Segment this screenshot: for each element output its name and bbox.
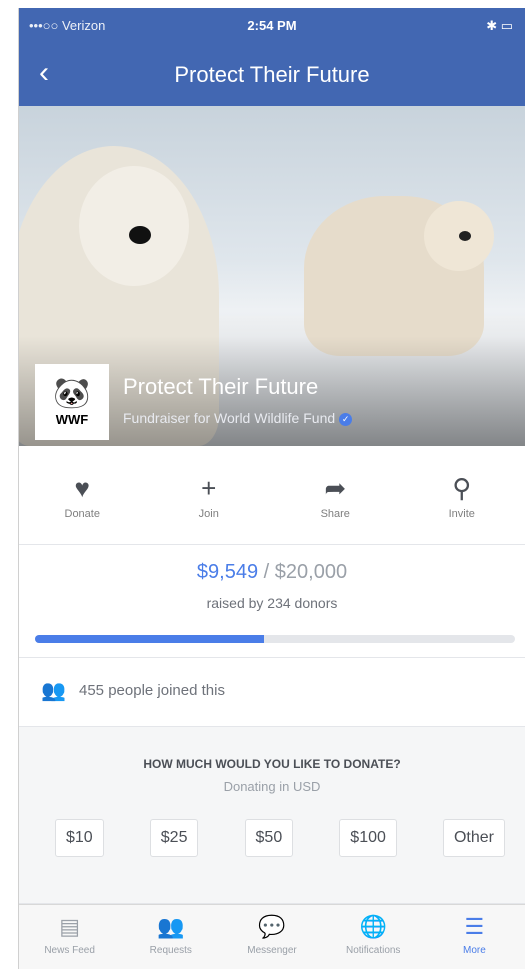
amount-button-10[interactable]: $10 bbox=[55, 819, 104, 857]
wwf-logo[interactable]: 🐼 WWF bbox=[35, 364, 109, 440]
tab-label: News Feed bbox=[44, 945, 95, 956]
donation-amount-options: $10 $25 $50 $100 Other bbox=[55, 819, 505, 857]
verified-badge-icon: ✓ bbox=[339, 412, 353, 426]
news-feed-icon: ▤ bbox=[59, 914, 80, 939]
heart-icon: ♥ bbox=[74, 473, 90, 503]
navigation-bar: ‹ Protect Their Future bbox=[19, 46, 525, 106]
menu-icon: ☰ bbox=[464, 914, 485, 939]
amount-button-100[interactable]: $100 bbox=[339, 819, 397, 857]
polar-bear-back-nose bbox=[459, 231, 471, 241]
logo-text: WWF bbox=[55, 411, 89, 427]
cover-photo: 🐼 WWF Protect Their Future Fundraiser fo… bbox=[19, 106, 525, 446]
share-action[interactable]: ➦ Share bbox=[272, 456, 399, 544]
messenger-icon: 💬 bbox=[258, 914, 286, 939]
tab-news-feed[interactable]: ▤ News Feed bbox=[19, 905, 120, 969]
tab-label: Requests bbox=[149, 945, 192, 956]
tab-messenger[interactable]: 💬 Messenger bbox=[221, 905, 322, 969]
tab-label: Notifications bbox=[345, 945, 401, 956]
tab-label: More bbox=[463, 945, 486, 956]
fundraiser-title: Protect Their Future bbox=[123, 374, 319, 399]
action-label: Join bbox=[198, 508, 219, 520]
people-group-icon: 👥 bbox=[41, 680, 66, 702]
globe-icon: 🌐 bbox=[359, 914, 387, 939]
donate-question: HOW MUCH WOULD YOU LIKE TO DONATE? bbox=[143, 757, 401, 771]
amount-button-other[interactable]: Other bbox=[442, 819, 505, 857]
battery-indicator: ✱ ▭ bbox=[486, 18, 513, 33]
joined-count: 455 people joined this bbox=[79, 682, 225, 699]
action-label: Donate bbox=[64, 508, 100, 520]
join-action[interactable]: + Join bbox=[146, 456, 273, 544]
page-title: Protect Their Future bbox=[174, 62, 370, 87]
friend-requests-icon: 👥 bbox=[157, 914, 185, 939]
action-label: Share bbox=[320, 508, 350, 520]
amount-button-25[interactable]: $25 bbox=[149, 819, 199, 857]
amount-raised: $9,549 / $20,000 bbox=[19, 561, 525, 584]
share-arrow-icon: ➦ bbox=[324, 473, 347, 503]
status-bar: •••○○ Verizon 2:54 PM ✱ ▭ bbox=[19, 8, 525, 46]
fundraiser-subtitle[interactable]: Fundraiser for World Wildlife Fund ✓ bbox=[123, 410, 353, 426]
amount-button-50[interactable]: $50 bbox=[244, 819, 294, 857]
goal-amount: / $20,000 bbox=[263, 561, 348, 583]
action-label: Invite bbox=[448, 508, 475, 520]
clock: 2:54 PM bbox=[247, 18, 297, 33]
polar-bear-front-nose bbox=[129, 226, 151, 244]
tab-requests[interactable]: 👥 Requests bbox=[120, 905, 221, 969]
invite-person-icon: ⚲ bbox=[452, 473, 472, 503]
fundraiser-subtitle-text: Fundraiser for World Wildlife Fund bbox=[123, 410, 336, 426]
tab-notifications[interactable]: 🌐 Notifications bbox=[323, 905, 424, 969]
joined-row[interactable]: 👥 455 people joined this bbox=[19, 658, 525, 727]
donate-action[interactable]: ♥ Donate bbox=[19, 456, 146, 544]
progress-bar bbox=[35, 635, 515, 643]
raised-amount: $9,549 bbox=[196, 561, 259, 583]
phone-screen: •••○○ Verizon 2:54 PM ✱ ▭ ‹ Protect Thei… bbox=[18, 8, 525, 969]
tab-more[interactable]: ☰ More bbox=[424, 905, 525, 969]
tab-label: Messenger bbox=[247, 945, 297, 956]
fundraiser-progress: $9,549 / $20,000 raised by 234 donors bbox=[19, 545, 525, 658]
panda-icon: 🐼 bbox=[53, 376, 91, 410]
donate-section: HOW MUCH WOULD YOU LIKE TO DONATE? Donat… bbox=[19, 727, 525, 904]
plus-icon: + bbox=[201, 473, 217, 503]
invite-action[interactable]: ⚲ Invite bbox=[399, 456, 526, 544]
progress-bar-fill bbox=[35, 635, 265, 643]
action-bar: ♥ Donate + Join ➦ Share ⚲ Invite bbox=[19, 456, 525, 545]
bottom-tab-bar: ▤ News Feed 👥 Requests 💬 Messenger 🌐 Not… bbox=[19, 904, 525, 969]
currency-note: Donating in USD bbox=[223, 779, 321, 794]
donor-count: raised by 234 donors bbox=[206, 595, 338, 611]
